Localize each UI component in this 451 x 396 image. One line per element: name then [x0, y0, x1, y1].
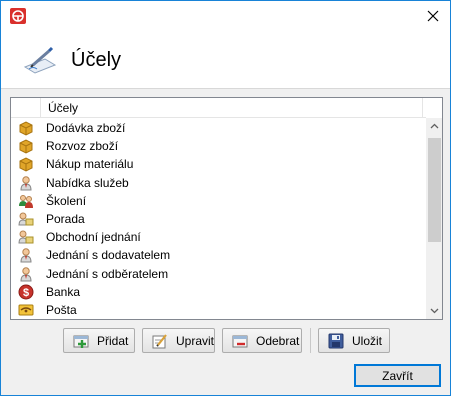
save-button[interactable]: Uložit: [318, 328, 390, 353]
box-icon: [18, 120, 34, 136]
remove-button-label: Odebrat: [256, 334, 300, 348]
list-item[interactable]: $ Banka: [11, 283, 426, 301]
list-item-label: Nabídka služeb: [46, 175, 129, 190]
person-icon: [18, 175, 34, 191]
title-bar: [1, 1, 450, 31]
list-item[interactable]: Nabídka služeb: [11, 174, 426, 192]
page-title: Účely: [71, 49, 122, 71]
scroll-thumb[interactable]: [428, 138, 441, 242]
chevron-down-icon: [430, 308, 439, 314]
app-logo-icon: [10, 8, 26, 24]
vertical-scrollbar[interactable]: [426, 118, 442, 319]
person-icon: [18, 266, 34, 282]
list-item-label: Školení: [46, 193, 87, 208]
list-item[interactable]: Dodávka zboží: [11, 119, 426, 137]
list-header: Účely: [11, 98, 426, 118]
close-icon: [427, 10, 439, 22]
edit-icon: [152, 333, 168, 349]
meeting-icon: [18, 229, 34, 245]
column-header-icon[interactable]: [11, 98, 41, 118]
pen-paper-icon: [23, 45, 57, 75]
list-rows: Dodávka zboží Rozvoz zboží Nákup materiá…: [11, 119, 426, 319]
list-item-label: Pošta: [46, 302, 77, 317]
box-icon: [18, 156, 34, 172]
box-icon: [18, 138, 34, 154]
list-item-label: Jednání s dodavatelem: [46, 248, 171, 263]
list-item-label: Dodávka zboží: [46, 121, 126, 135]
list-item[interactable]: Jednání s odběratelem: [11, 265, 426, 283]
post-icon: [18, 302, 34, 318]
list-item-label: Obchodní jednání: [46, 230, 141, 245]
list-item-label: Jednání s odběratelem: [46, 266, 169, 281]
list-item-label: Banka: [46, 284, 81, 299]
list-item-label: Rozvoz zboží: [46, 139, 119, 154]
dialog-header: Účely: [1, 31, 450, 89]
svg-text:$: $: [23, 287, 29, 299]
list-item[interactable]: Obchodní jednání: [11, 228, 426, 246]
edit-button-label: Upravit: [176, 334, 215, 348]
add-button[interactable]: Přidat: [63, 328, 135, 353]
remove-icon: [232, 333, 248, 349]
meeting-icon: [18, 211, 34, 227]
edit-button[interactable]: Upravit: [142, 328, 215, 353]
purposes-list[interactable]: Účely Dodávka zboží Rozvoz zboží Nákup m…: [10, 97, 443, 320]
person-icon: [18, 247, 34, 263]
list-item-label: Nákup materiálu: [46, 157, 134, 172]
dialog-window: Účely Účely Dodávka zboží Rozvoz zboží N…: [0, 0, 451, 396]
remove-button[interactable]: Odebrat: [222, 328, 302, 353]
bank-icon: $: [18, 284, 34, 300]
toolbar-separator: [310, 328, 311, 353]
close-dialog-button-label: Zavřít: [382, 369, 413, 383]
group-icon: [18, 193, 34, 209]
floppy-disk-icon: [328, 333, 344, 349]
list-item[interactable]: Pošta: [11, 301, 426, 319]
column-header-purposes[interactable]: Účely: [48, 101, 78, 115]
add-icon: [73, 333, 89, 349]
close-dialog-button[interactable]: Zavřít: [354, 364, 441, 387]
chevron-up-icon: [430, 123, 439, 129]
action-toolbar: Přidat Upravit Odebrat Uložit: [1, 322, 450, 358]
list-item[interactable]: Rozvoz zboží: [11, 137, 426, 155]
window-close-button[interactable]: [416, 1, 450, 31]
list-item[interactable]: Porada: [11, 210, 426, 228]
dialog-footer: Zavřít: [1, 358, 450, 395]
list-item[interactable]: Nákup materiálu: [11, 155, 426, 173]
add-button-label: Přidat: [97, 334, 129, 348]
list-item[interactable]: Školení: [11, 192, 426, 210]
scroll-up-button[interactable]: [426, 118, 442, 135]
scroll-down-button[interactable]: [426, 302, 442, 319]
list-item[interactable]: Jednání s dodavatelem: [11, 246, 426, 264]
list-item-label: Porada: [46, 211, 85, 226]
save-button-label: Uložit: [352, 334, 383, 348]
